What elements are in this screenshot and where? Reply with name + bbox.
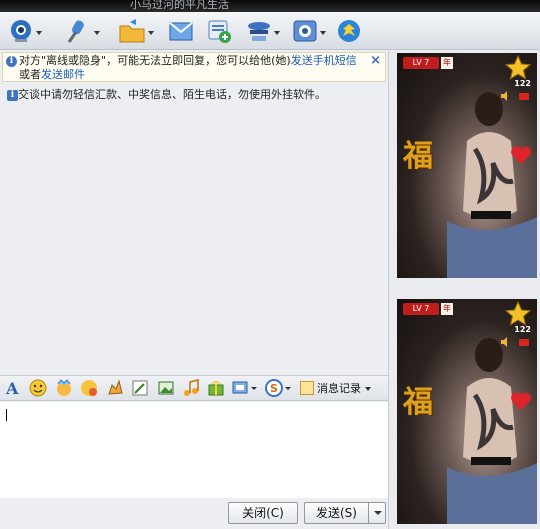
font-icon[interactable]: A <box>4 379 22 398</box>
remote-assist-button[interactable] <box>246 17 280 45</box>
mute-icon[interactable] <box>519 339 529 346</box>
send-sms-link[interactable]: 发送手机短信 <box>291 54 357 67</box>
message-log-button[interactable]: 消息记录 <box>300 379 371 397</box>
notice-text: 对方"离线或隐身"，可能无法立即回复，您可以给他(她) <box>19 54 291 67</box>
apps-button[interactable] <box>292 17 326 45</box>
level-badge: LV 7 <box>403 57 439 69</box>
screenshot-icon[interactable] <box>232 379 258 397</box>
space-button[interactable] <box>336 17 362 45</box>
star-count: 122 <box>514 79 531 88</box>
send-bar: 关闭(C) 发送(S) <box>0 498 388 529</box>
speaker-icon[interactable] <box>501 91 511 101</box>
chat-toolbar <box>0 12 540 50</box>
warning-text: 交谈中请勿轻信汇款、中奖信息、陌生电话，勿使用外挂软件。 <box>18 88 326 101</box>
video-call-button[interactable] <box>8 17 42 45</box>
mute-icon[interactable] <box>519 93 529 100</box>
svg-text:S: S <box>270 382 278 395</box>
magic-face-icon[interactable] <box>55 379 73 397</box>
chevron-down-icon <box>365 386 371 391</box>
chevron-down-icon <box>320 31 326 35</box>
star-count: 122 <box>514 325 531 334</box>
friend-show-image[interactable]: LV 7 年 122 福 <box>397 53 537 278</box>
smiley-icon[interactable] <box>29 379 47 397</box>
app-settings-icon <box>293 20 317 42</box>
scribble-icon[interactable] <box>131 379 149 397</box>
svg-text:A: A <box>5 379 19 397</box>
webcam-icon <box>11 20 31 42</box>
chat-history-pane: i 对方"离线或隐身"，可能无法立即回复，您可以给他(她)发送手机短信或者发送邮… <box>0 51 388 529</box>
add-chat-icon <box>208 20 231 43</box>
soso-icon[interactable]: S <box>265 379 293 397</box>
year-badge: 年 <box>441 57 453 69</box>
chevron-down-icon <box>94 31 100 35</box>
send-options-button[interactable] <box>368 502 386 524</box>
chevron-down-icon <box>36 31 42 35</box>
show-figure-image <box>447 92 537 278</box>
info-icon: i <box>6 56 17 67</box>
gift-icon[interactable] <box>207 379 225 397</box>
message-log-icon <box>300 381 314 395</box>
show-deco-text: 福 <box>403 139 433 174</box>
year-badge: 年 <box>441 303 453 315</box>
qzone-icon <box>338 20 360 42</box>
message-input[interactable] <box>0 402 388 498</box>
image-icon[interactable] <box>157 379 175 397</box>
security-warning: i 交谈中请勿轻信汇款、中奖信息、陌生电话，勿使用外挂软件。 <box>2 87 386 103</box>
send-email-link[interactable]: 发送邮件 <box>41 68 85 81</box>
format-toolbar: A S 消息记录 <box>0 375 388 401</box>
show-deco-text: 福 <box>403 385 433 420</box>
close-button[interactable]: 关闭(C) <box>228 502 298 524</box>
offline-notice: i 对方"离线或隐身"，可能无法立即回复，您可以给他(她)发送手机短信或者发送邮… <box>2 52 386 82</box>
mail-icon <box>169 22 193 41</box>
send-sms-button[interactable] <box>168 17 194 45</box>
window-titlebar: 小马过河的平凡生活 <box>0 0 540 12</box>
chevron-down-icon <box>274 31 280 35</box>
chevron-down-icon <box>374 511 382 515</box>
group-chat-button[interactable] <box>206 17 232 45</box>
info-icon: i <box>7 90 18 101</box>
text-caret <box>6 409 7 421</box>
speaker-icon[interactable] <box>501 337 511 347</box>
send-button[interactable]: 发送(S) <box>304 502 368 524</box>
level-badge: LV 7 <box>403 303 439 315</box>
wink-icon[interactable] <box>80 379 98 397</box>
show-avatar-pane: LV 7 年 122 福 LV 7 年 122 福 <box>388 51 540 529</box>
show-figure-image <box>447 338 537 524</box>
notice-or: 或者 <box>19 68 41 81</box>
remote-icon <box>248 22 270 41</box>
heart-icon <box>511 392 531 410</box>
close-icon[interactable]: × <box>370 54 381 68</box>
send-file-button[interactable] <box>118 17 154 45</box>
window-title: 小马过河的平凡生活 <box>130 0 229 11</box>
chevron-down-icon <box>148 31 154 35</box>
heart-icon <box>511 146 531 164</box>
music-icon[interactable] <box>182 379 200 397</box>
voice-call-button[interactable] <box>64 17 100 45</box>
shake-icon[interactable] <box>106 379 124 397</box>
self-show-image[interactable]: LV 7 年 122 福 <box>397 299 537 524</box>
microphone-icon <box>67 20 84 43</box>
message-log-label: 消息记录 <box>317 382 361 395</box>
folder-icon <box>119 19 145 43</box>
